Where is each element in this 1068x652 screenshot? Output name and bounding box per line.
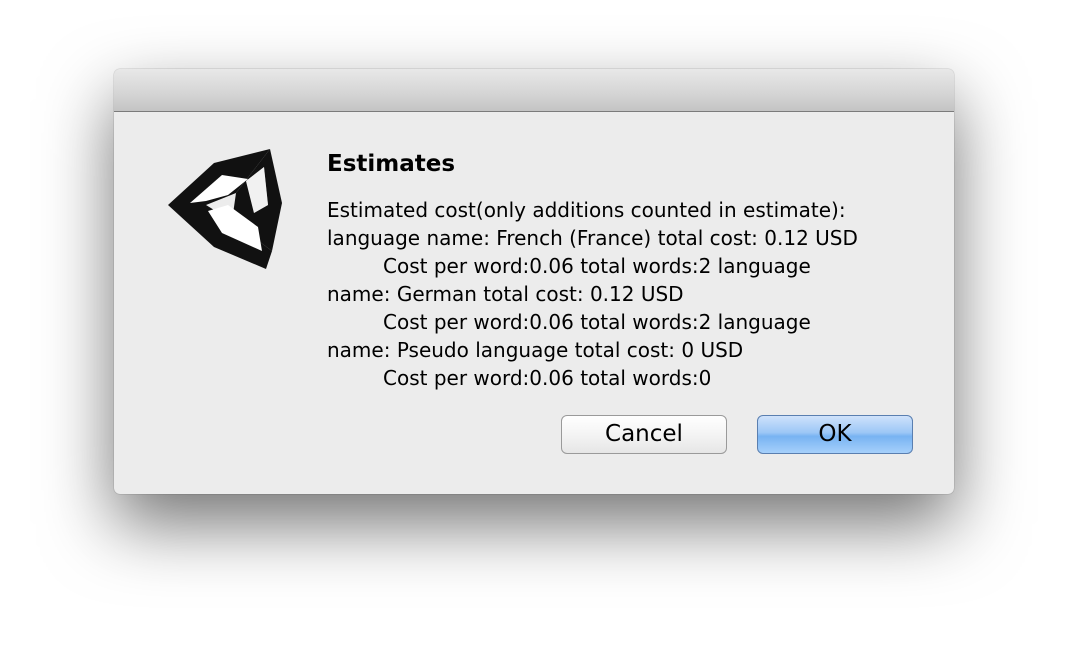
message-line: language name: French (France) total cos…: [327, 226, 858, 250]
message-line: Cost per word:0.06 total words:0: [383, 366, 712, 390]
message-line: Cost per word:0.06 total words:2 languag…: [383, 310, 811, 334]
estimates-dialog: Estimates Estimated cost(only additions …: [114, 69, 954, 494]
message-line: name: Pseudo language total cost: 0 USD: [327, 338, 744, 362]
cancel-button[interactable]: Cancel: [561, 415, 727, 454]
message-line: Estimated cost(only additions counted in…: [327, 198, 846, 222]
message-line: name: German total cost: 0.12 USD: [327, 282, 684, 306]
dialog-titlebar[interactable]: [114, 69, 954, 112]
ok-button[interactable]: OK: [757, 415, 913, 454]
dialog-message: Estimated cost(only additions counted in…: [327, 196, 927, 392]
unity-logo-icon: [168, 149, 282, 269]
dialog-heading: Estimates: [327, 151, 456, 177]
message-line: Cost per word:0.06 total words:2 languag…: [383, 254, 811, 278]
